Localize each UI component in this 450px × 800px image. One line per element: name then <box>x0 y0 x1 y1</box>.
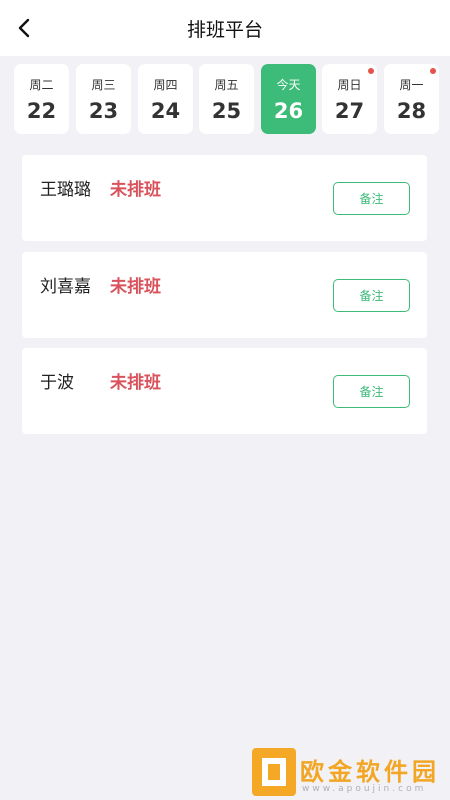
day-tab[interactable]: 周日 27 <box>322 64 377 134</box>
staff-card: 王璐璐 未排班 备注 <box>22 155 427 241</box>
day-tab[interactable]: 周五 25 <box>199 64 254 134</box>
watermark-url: www.apoujin.com <box>302 784 427 794</box>
day-date: 27 <box>334 99 365 123</box>
day-tab[interactable]: 周四 24 <box>138 64 193 134</box>
staff-name: 王璐璐 <box>40 180 91 200</box>
day-date: 24 <box>150 99 181 123</box>
day-weekday: 周日 <box>337 78 362 92</box>
page-title: 排班平台 <box>186 19 263 41</box>
notification-dot <box>368 68 374 74</box>
day-weekday: 周二 <box>29 78 54 92</box>
schedule-status: 未排班 <box>110 180 161 200</box>
brand-logo-icon <box>252 748 296 796</box>
staff-name: 刘喜嘉 <box>40 277 91 297</box>
day-tab[interactable]: 周一 28 <box>384 64 439 134</box>
watermark: 欧金软件园 www.apoujin.com <box>252 748 448 798</box>
day-date: 22 <box>26 99 57 123</box>
app-header: 排班平台 <box>0 0 450 56</box>
watermark-brand: 欧金软件园 <box>300 758 440 786</box>
schedule-status: 未排班 <box>110 277 161 297</box>
day-date: 25 <box>211 99 242 123</box>
day-tab-today[interactable]: 今天 26 <box>261 64 316 134</box>
day-tab[interactable]: 周三 23 <box>76 64 131 134</box>
note-button[interactable]: 备注 <box>333 375 410 408</box>
day-weekday: 今天 <box>276 78 301 92</box>
day-tab[interactable]: 周二 22 <box>14 64 69 134</box>
note-button[interactable]: 备注 <box>333 279 410 312</box>
day-date: 26 <box>273 99 304 123</box>
day-weekday: 周一 <box>399 78 424 92</box>
notification-dot <box>430 68 436 74</box>
day-date: 23 <box>88 99 119 123</box>
day-weekday: 周三 <box>91 78 116 92</box>
day-weekday: 周五 <box>214 78 239 92</box>
staff-card: 刘喜嘉 未排班 备注 <box>22 252 427 338</box>
day-date: 28 <box>396 99 427 123</box>
staff-card: 于波 未排班 备注 <box>22 348 427 434</box>
day-weekday: 周四 <box>153 78 178 92</box>
date-selector: 周二 22 周三 23 周四 24 周五 25 今天 26 周日 27 周一 2… <box>0 56 450 146</box>
staff-name: 于波 <box>40 373 74 393</box>
schedule-status: 未排班 <box>110 373 161 393</box>
note-button[interactable]: 备注 <box>333 182 410 215</box>
